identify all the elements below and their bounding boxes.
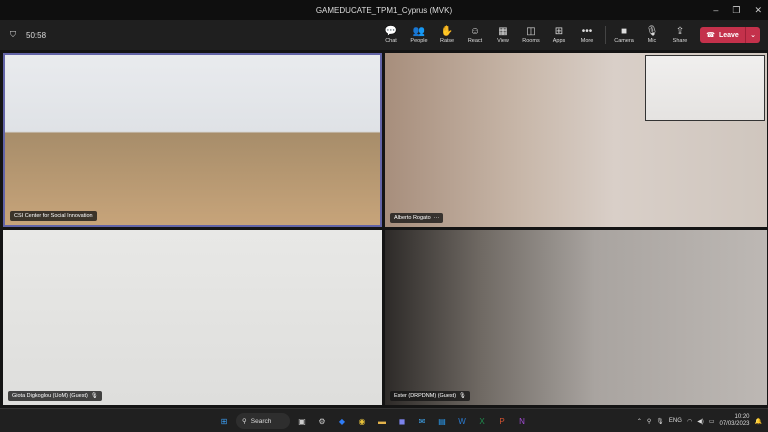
taskbar-apps: ⊞ ⚲ Search ▣ ⚙ ◆ ◉ ▬ ◼ ✉ ▤ W X P N [216, 412, 530, 430]
ellipsis-icon[interactable]: ··· [434, 215, 440, 221]
video-tile[interactable]: Ester (DRPDNM) (Guest) 🎙 [385, 230, 767, 405]
grid-icon: ▦ [498, 26, 508, 37]
clock[interactable]: 10:20 07/03/2023 [719, 414, 749, 428]
participant-label: Alberto Rogato ··· [390, 213, 444, 223]
people-button[interactable]: 👥 People [405, 20, 433, 50]
task-view-icon[interactable]: ▣ [294, 413, 310, 429]
window-title: GAMEDUCATE_TPM1_Cyprus (MVK) [315, 5, 453, 15]
meeting-toolbar: ⛉ 50:58 💬 Chat 👥 People ✋ Raise ☺ React ▦ Vie… [0, 20, 768, 50]
camera-icon: ■ [620, 26, 628, 37]
phone-icon: ☎ [706, 32, 715, 39]
battery-icon[interactable]: ▭ [709, 418, 715, 425]
settings-icon[interactable]: ⚙ [314, 413, 330, 429]
mic-button[interactable]: 🎙 Mic [638, 20, 666, 50]
ellipsis-icon: ••• [581, 26, 593, 37]
react-button[interactable]: ☺ React [461, 20, 489, 50]
mail-icon[interactable]: ✉ [414, 413, 430, 429]
close-icon[interactable]: ✕ [754, 5, 762, 16]
share-icon: ⇪ [675, 26, 685, 37]
shield-icon[interactable]: ⛉ [10, 30, 16, 40]
language-indicator[interactable]: ENG [669, 418, 682, 424]
toolbar-actions: 💬 Chat 👥 People ✋ Raise ☺ React ▦ View ◫ Rooms… [377, 20, 760, 50]
word-icon[interactable]: W [454, 413, 470, 429]
system-tray: ⌃ ⚲ 🎙 ENG ◠ ◀) ▭ 10:20 07/03/2023 🔔 [637, 412, 762, 430]
toolbar-divider [605, 26, 606, 44]
windows-start-icon[interactable]: ⊞ [216, 413, 232, 429]
video-stage: CSI Center for Social Innovation Alberto… [0, 50, 768, 408]
minimize-icon[interactable]: – [713, 5, 718, 15]
wifi-icon[interactable]: ◠ [687, 418, 692, 425]
title-bar: GAMEDUCATE_TPM1_Cyprus (MVK) – ❐ ✕ [0, 0, 768, 20]
mic-off-icon: 🎙 [645, 26, 659, 37]
search-icon: ⚲ [242, 418, 247, 425]
maximize-icon[interactable]: ❐ [732, 5, 740, 16]
teams-icon[interactable]: ◼ [394, 413, 410, 429]
chat-button[interactable]: 💬 Chat [377, 20, 405, 50]
video-tile[interactable]: Giota Digkoglou (UoM) (Guest) 🎙 [3, 230, 382, 405]
calendar-icon[interactable]: ▤ [434, 413, 450, 429]
powerpoint-icon[interactable]: P [494, 413, 510, 429]
taskbar: ⊞ ⚲ Search ▣ ⚙ ◆ ◉ ▬ ◼ ✉ ▤ W X P N ⌃ ⚲ 🎙 … [0, 408, 768, 432]
leave-main[interactable]: ☎ Leave [700, 27, 746, 43]
taskbar-search[interactable]: ⚲ Search [236, 413, 290, 429]
chrome-icon[interactable]: ◉ [354, 413, 370, 429]
smile-icon: ☺ [469, 26, 481, 37]
participant-label: Ester (DRPDNM) (Guest) 🎙 [390, 391, 471, 401]
people-icon: 👥 [412, 26, 426, 37]
view-button[interactable]: ▦ View [489, 20, 517, 50]
leave-button[interactable]: ☎ Leave ⌄ [700, 27, 760, 43]
plus-icon: ⊞ [554, 26, 564, 37]
onenote-icon[interactable]: N [514, 413, 530, 429]
notification-icon[interactable]: 🔔 [755, 418, 762, 425]
meeting-info: ⛉ 50:58 [10, 20, 46, 50]
raise-hand-button[interactable]: ✋ Raise [433, 20, 461, 50]
participant-label: CSI Center for Social Innovation [10, 211, 97, 221]
video-tile[interactable]: CSI Center for Social Innovation [3, 53, 382, 227]
file-explorer-icon[interactable]: ▬ [374, 413, 390, 429]
camera-button[interactable]: ■ Camera [610, 20, 638, 50]
share-button[interactable]: ⇪ Share [666, 20, 694, 50]
video-tile[interactable]: Alberto Rogato ··· [385, 53, 767, 227]
more-button[interactable]: ••• More [573, 20, 601, 50]
dropbox-icon[interactable]: ◆ [334, 413, 350, 429]
hand-icon: ✋ [440, 26, 454, 37]
mic-icon[interactable]: 🎙 [656, 418, 664, 425]
meeting-timer: 50:58 [26, 30, 47, 40]
apps-button[interactable]: ⊞ Apps [545, 20, 573, 50]
network-icon[interactable]: ⚲ [647, 418, 651, 425]
self-view[interactable] [645, 55, 765, 121]
participant-label: Giota Digkoglou (UoM) (Guest) 🎙 [8, 391, 102, 401]
chevron-down-icon[interactable]: ⌄ [746, 31, 760, 39]
mic-off-icon: 🎙 [459, 393, 467, 399]
excel-icon[interactable]: X [474, 413, 490, 429]
window-controls: – ❐ ✕ [713, 0, 762, 20]
mic-off-icon: 🎙 [90, 393, 98, 399]
chat-icon: 💬 [384, 26, 398, 37]
chevron-up-icon[interactable]: ⌃ [637, 418, 642, 425]
rooms-icon: ◫ [526, 26, 536, 37]
volume-icon[interactable]: ◀) [697, 418, 704, 425]
rooms-button[interactable]: ◫ Rooms [517, 20, 545, 50]
